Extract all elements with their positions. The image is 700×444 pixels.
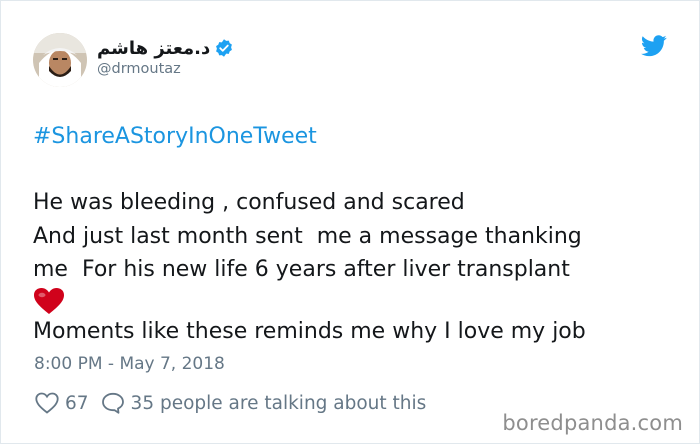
hashtag-link[interactable]: #ShareAStoryInOneTweet bbox=[33, 123, 317, 151]
tweet-text-line-3: me For his new life 6 years after liver … bbox=[33, 257, 570, 282]
twitter-bird-icon[interactable] bbox=[641, 35, 667, 57]
talking-about-count[interactable]: 35 people are talking about this bbox=[131, 393, 427, 414]
author-handle[interactable]: @drmoutaz bbox=[97, 61, 181, 77]
avatar[interactable] bbox=[33, 33, 87, 87]
author-display-name-row[interactable]: د.معتز هاشم bbox=[97, 35, 234, 61]
verified-badge-icon bbox=[214, 38, 234, 58]
tweet-text-line-2: And just last month sent me a message th… bbox=[33, 224, 582, 249]
red-heart-emoji-icon bbox=[33, 287, 65, 315]
watermark: boredpanda.com bbox=[502, 411, 683, 435]
engagement-bar: 67 35 people are talking about this bbox=[35, 389, 426, 417]
like-count[interactable]: 67 bbox=[65, 393, 89, 414]
tweet-text-line-1: He was bleeding , confused and scared bbox=[33, 190, 465, 215]
tweet-card: د.معتز هاشم @drmoutaz #ShareAStoryInOneT… bbox=[0, 0, 700, 444]
reply-bubble-icon[interactable] bbox=[101, 392, 125, 414]
heart-icon[interactable] bbox=[35, 392, 59, 414]
author-display-name[interactable]: د.معتز هاشم bbox=[97, 38, 210, 59]
tweet-text-line-4: Moments like these reminds me why I love… bbox=[33, 319, 586, 344]
tweet-timestamp[interactable]: 8:00 PM - May 7, 2018 bbox=[34, 353, 225, 375]
